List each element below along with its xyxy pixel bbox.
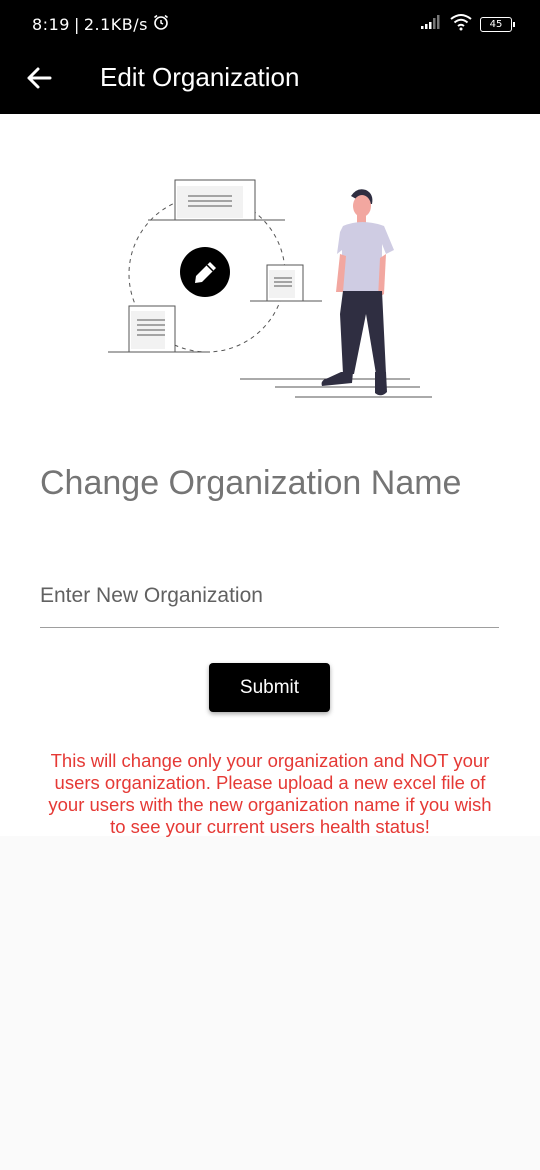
signal-icon	[420, 14, 442, 35]
app-bar: Edit Organization	[0, 48, 540, 114]
main-content: Change Organization Name Submit This wil…	[0, 114, 540, 837]
edit-illustration	[108, 179, 432, 398]
organization-name-input[interactable]	[40, 564, 499, 627]
back-button[interactable]	[22, 61, 56, 95]
battery-level: 45	[489, 19, 503, 30]
status-right: 45	[420, 13, 515, 36]
status-left: 8:19 | 2.1KB/s	[32, 13, 170, 35]
status-bar: 8:19 | 2.1KB/s 45	[0, 0, 540, 48]
organization-input-wrapper	[40, 564, 499, 628]
warning-message: This will change only your organization …	[48, 750, 492, 837]
page-title: Edit Organization	[100, 62, 300, 92]
battery-icon: 45	[480, 17, 515, 32]
alarm-icon	[152, 13, 170, 35]
network-speed: 2.1KB/s	[83, 14, 148, 34]
status-time: 8:19	[32, 14, 70, 34]
status-separator: |	[73, 14, 80, 34]
section-heading: Change Organization Name	[40, 464, 462, 502]
arrow-left-icon	[27, 67, 52, 89]
wifi-icon	[450, 13, 472, 36]
submit-button[interactable]: Submit	[209, 663, 330, 712]
